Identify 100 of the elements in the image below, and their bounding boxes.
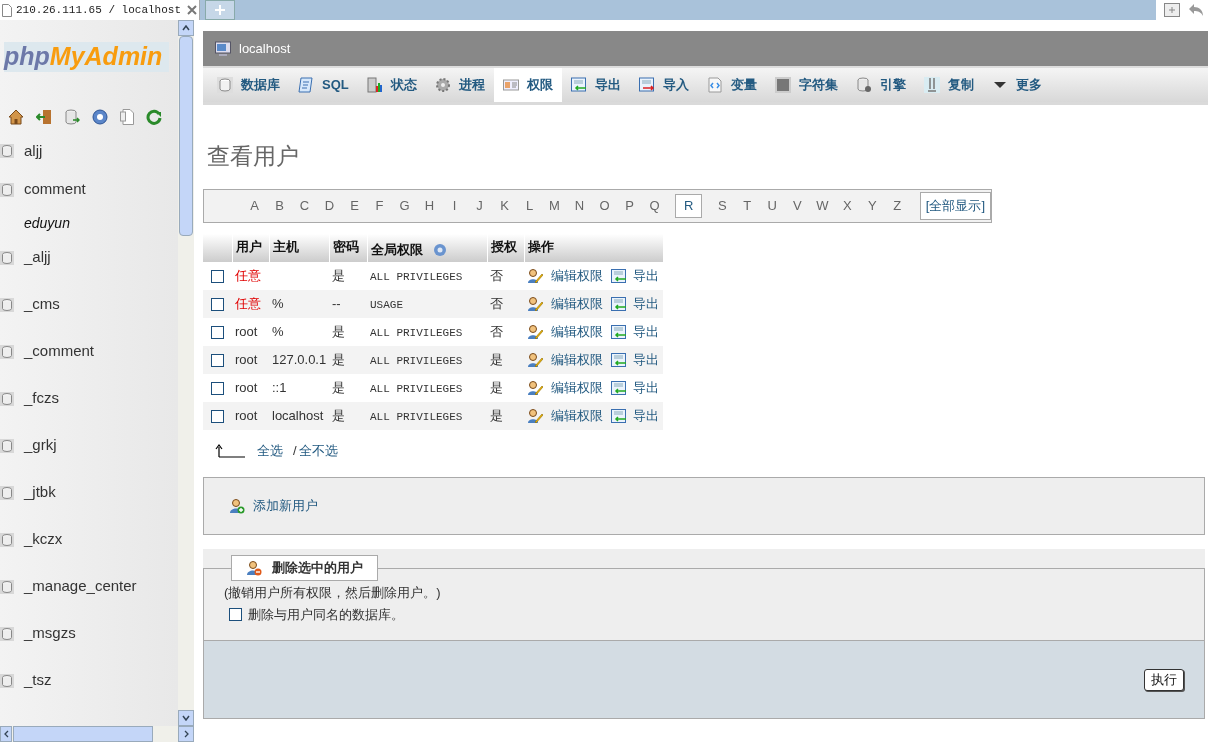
export-link[interactable]: 导出 (633, 350, 659, 370)
initial-link[interactable]: X (834, 198, 860, 214)
database-link[interactable]: aljj (24, 139, 43, 163)
show-all-link[interactable]: [全部显示] (919, 192, 991, 220)
scroll-left-button[interactable] (0, 726, 12, 742)
checkbox[interactable] (211, 297, 224, 311)
database-link[interactable]: _aljj (24, 246, 51, 269)
database-link[interactable]: _grkj (24, 434, 57, 457)
document-icon[interactable] (120, 109, 134, 125)
edit-privileges-link[interactable]: 编辑权限 (551, 266, 603, 286)
scroll-right-button[interactable] (178, 726, 194, 742)
checkbox[interactable] (211, 409, 224, 423)
window-icon[interactable] (1164, 3, 1180, 17)
select-all-link[interactable]: 全选 (257, 441, 283, 461)
initial-link[interactable]: R (675, 194, 702, 218)
browser-tab[interactable]: 210.26.111.65 / localhost (0, 0, 200, 20)
database-link[interactable]: _kczx (24, 528, 63, 551)
nav-tab[interactable]: 导出 (561, 68, 630, 102)
database-link[interactable]: _msgzs (24, 622, 76, 645)
database-link[interactable]: _manage_center (24, 575, 137, 598)
export-link[interactable]: 导出 (633, 378, 659, 398)
export-icon (611, 408, 627, 423)
initial-link[interactable]: A (242, 198, 267, 214)
nav-tab[interactable]: 导入 (629, 68, 698, 102)
initial-link[interactable]: S (709, 198, 735, 214)
database-group-label[interactable]: eduyun (24, 213, 70, 234)
initial-link[interactable]: F (367, 198, 392, 214)
phpmyadmin-logo[interactable]: phpMyAdmin (4, 42, 169, 72)
nav-tab[interactable]: 进程 (425, 68, 494, 102)
execute-button[interactable]: 执行 (1144, 668, 1184, 691)
initial-link[interactable]: Q (642, 198, 667, 214)
initial-link[interactable]: T (734, 198, 760, 214)
database-link[interactable]: _cms (24, 293, 60, 316)
scroll-icon (298, 77, 314, 93)
exit-icon[interactable] (36, 109, 52, 125)
vertical-scrollbar[interactable] (178, 20, 194, 726)
edit-privileges-link[interactable]: 编辑权限 (551, 406, 603, 426)
nav-tab[interactable]: 变量 (697, 68, 766, 102)
nav-tab[interactable]: 状态 (357, 68, 426, 102)
nav-tab[interactable]: 更多 (982, 68, 1051, 102)
export-link[interactable]: 导出 (633, 294, 659, 314)
edit-privileges-link[interactable]: 编辑权限 (551, 350, 603, 370)
initial-link[interactable]: Z (884, 198, 910, 214)
initial-link[interactable]: L (517, 198, 542, 214)
nav-tab[interactable]: SQL (289, 68, 358, 102)
initial-link[interactable]: C (292, 198, 317, 214)
reload-icon[interactable] (146, 109, 162, 125)
checkbox[interactable] (229, 607, 242, 621)
nav-tab[interactable]: 字符集 (765, 68, 847, 102)
edit-privileges-link[interactable]: 编辑权限 (551, 294, 603, 314)
help-icon[interactable] (92, 109, 108, 125)
code-file-icon (706, 77, 723, 93)
database-link[interactable]: comment (24, 178, 86, 201)
initial-link[interactable]: M (542, 198, 567, 214)
import-icon (638, 77, 655, 93)
add-user-link[interactable]: 添加新用户 (253, 496, 318, 516)
initial-link[interactable]: V (784, 198, 810, 214)
horizontal-scrollbar[interactable] (0, 726, 194, 742)
checkbox[interactable] (211, 269, 224, 283)
select-none-link[interactable]: 全不选 (298, 441, 338, 461)
chevron-up-icon[interactable] (182, 25, 190, 31)
initial-link[interactable]: I (442, 198, 467, 214)
initial-link[interactable]: J (467, 198, 492, 214)
database-icon (0, 297, 14, 312)
checkbox[interactable] (211, 353, 224, 367)
database-icon[interactable] (64, 109, 80, 125)
chevron-down-icon[interactable] (182, 715, 190, 721)
database-link[interactable]: _tsz (24, 669, 52, 692)
initial-link[interactable]: P (617, 198, 642, 214)
export-link[interactable]: 导出 (633, 406, 659, 426)
initial-link[interactable]: H (417, 198, 442, 214)
export-link[interactable]: 导出 (633, 322, 659, 342)
initial-link[interactable]: E (342, 198, 367, 214)
edit-privileges-link[interactable]: 编辑权限 (551, 322, 603, 342)
initial-link[interactable]: N (567, 198, 592, 214)
initial-link[interactable]: K (492, 198, 517, 214)
checkbox[interactable] (211, 325, 224, 339)
database-link[interactable]: _comment (24, 340, 95, 363)
help-icon[interactable] (433, 242, 447, 257)
nav-tab[interactable]: 权限 (493, 68, 562, 102)
initial-link[interactable]: O (592, 198, 617, 214)
scrollbar-thumb[interactable] (179, 36, 193, 236)
back-arrow-icon[interactable] (1188, 3, 1204, 17)
initial-link[interactable]: G (392, 198, 417, 214)
close-icon[interactable] (187, 5, 197, 15)
export-link[interactable]: 导出 (633, 266, 659, 286)
initial-link[interactable]: D (317, 198, 342, 214)
nav-tab[interactable]: 复制 (914, 68, 983, 102)
initial-link[interactable]: U (759, 198, 785, 214)
initial-link[interactable]: B (267, 198, 292, 214)
database-link[interactable]: _jtbk (24, 481, 56, 504)
scrollbar-thumb[interactable] (13, 726, 153, 742)
initial-link[interactable]: W (809, 198, 835, 214)
database-link[interactable]: _fczs (24, 387, 59, 410)
home-icon[interactable] (8, 109, 24, 125)
checkbox[interactable] (211, 381, 224, 395)
initial-link[interactable]: Y (859, 198, 885, 214)
edit-privileges-link[interactable]: 编辑权限 (551, 378, 603, 398)
nav-tab[interactable]: 引擎 (846, 68, 915, 102)
nav-tab[interactable]: 数据库 (208, 68, 289, 102)
